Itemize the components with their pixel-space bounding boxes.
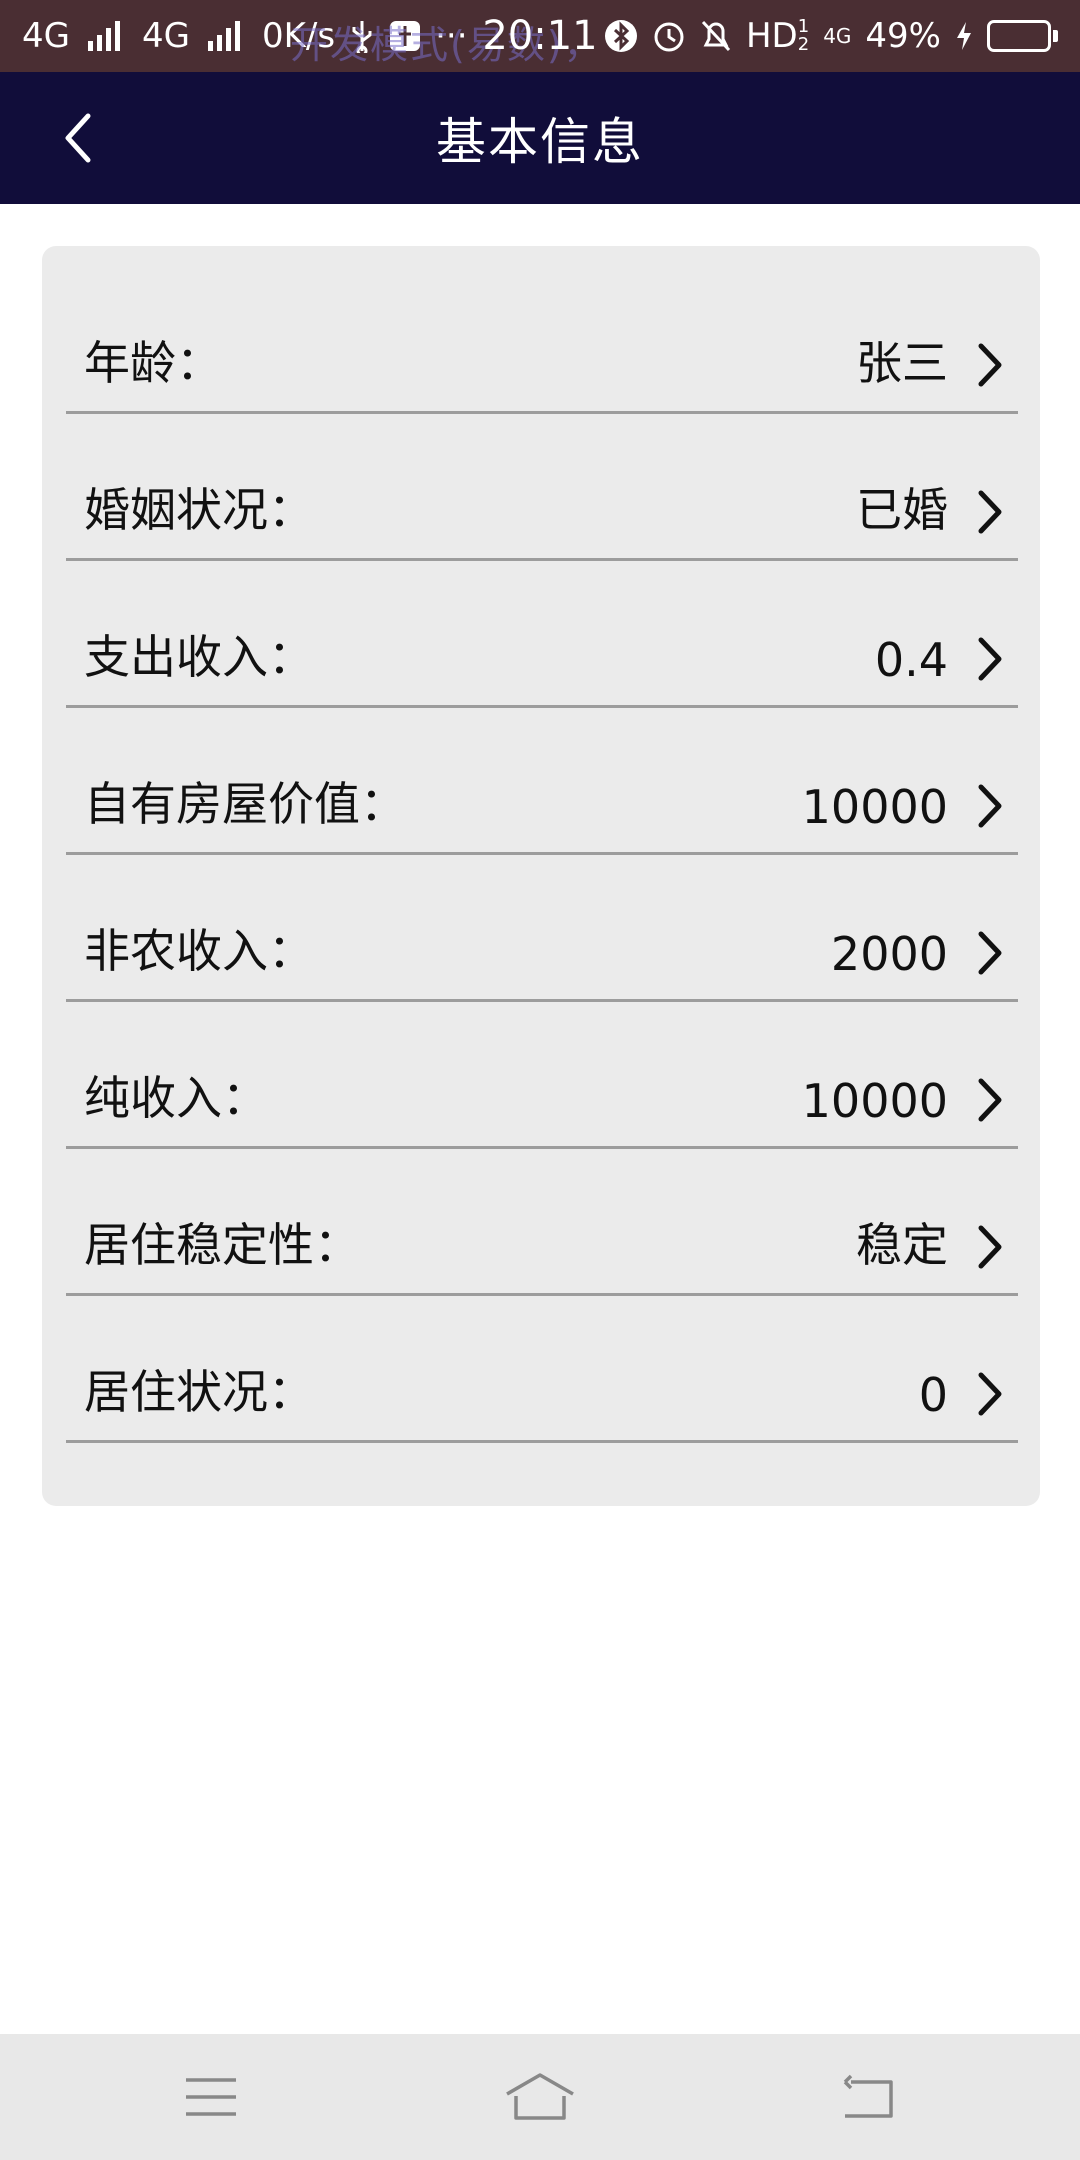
chevron-right-icon — [970, 341, 1010, 389]
row-value: 0.4 — [874, 633, 948, 687]
page-title: 基本信息 — [436, 113, 644, 171]
network-speed: 0K/s — [261, 16, 336, 56]
row-value: 2000 — [830, 927, 948, 981]
row-value: 已婚 — [856, 483, 948, 537]
info-row[interactable]: 居住状况： 0 — [66, 1296, 1018, 1443]
chevron-right-icon — [970, 929, 1010, 977]
clock: 20:11 — [482, 13, 598, 59]
info-row[interactable]: 支出收入： 0.4 — [66, 561, 1018, 708]
status-bar: 4G 4G 0K/s ··· 开发模式(易数)， 20:11 HD 1 2 4G… — [0, 0, 1080, 72]
title-bar: 基本信息 — [0, 72, 1080, 204]
return-icon — [843, 2074, 893, 2118]
chevron-right-icon — [970, 1223, 1010, 1271]
back-button[interactable] — [40, 100, 116, 176]
row-label: 非农收入： — [84, 924, 314, 978]
info-row[interactable]: 自有房屋价值： 10000 — [66, 708, 1018, 855]
info-row[interactable]: 纯收入： 10000 — [66, 1002, 1018, 1149]
usb-icon — [349, 19, 375, 53]
charging-icon — [955, 21, 973, 51]
row-label: 居住状况： — [84, 1365, 314, 1419]
hd-label: HD — [745, 16, 798, 56]
home-icon — [506, 2073, 574, 2120]
signal-icon-2 — [207, 21, 240, 51]
more-icon: ··· — [435, 16, 468, 56]
chevron-right-icon — [970, 782, 1010, 830]
battery-icon — [987, 20, 1058, 52]
info-row[interactable]: 婚姻状况： 已婚 — [66, 414, 1018, 561]
info-row[interactable]: 非农收入： 2000 — [66, 855, 1018, 1002]
menu-icon — [186, 2078, 236, 2116]
row-value: 张三 — [856, 336, 948, 390]
row-value: 稳定 — [856, 1218, 948, 1272]
bluetooth-icon — [604, 19, 638, 53]
signal-icon — [87, 21, 120, 51]
menu-button[interactable] — [166, 2064, 256, 2130]
info-row[interactable]: 年龄： 张三 — [66, 267, 1018, 414]
row-label: 婚姻状况： — [84, 483, 314, 537]
row-label: 纯收入： — [84, 1071, 268, 1125]
mute-icon — [700, 19, 732, 53]
info-card: 年龄： 张三婚姻状况： 已婚支出收入： 0.4 自有房屋价值： 10000 非农收入： 200… — [42, 246, 1040, 1506]
row-value: 0 — [918, 1368, 948, 1422]
row-value: 10000 — [801, 780, 948, 834]
info-row[interactable]: 居住稳定性： 稳定 — [66, 1149, 1018, 1296]
chevron-right-icon — [970, 488, 1010, 536]
chevron-left-icon — [65, 113, 91, 163]
status-right: HD 1 2 4G 49% — [604, 16, 1058, 56]
battery-percent: 49% — [865, 16, 941, 56]
row-label: 居住稳定性： — [84, 1218, 360, 1272]
hd-indicator: HD 1 2 — [746, 16, 809, 56]
hd-sub: 2 — [797, 34, 810, 55]
status-left: 4G 4G 0K/s ··· — [22, 16, 468, 56]
row-value: 10000 — [801, 1074, 948, 1128]
home-button[interactable] — [495, 2064, 585, 2130]
return-button[interactable] — [824, 2064, 914, 2130]
chevron-right-icon — [970, 635, 1010, 683]
row-label: 年龄： — [84, 336, 222, 390]
network-type-small: 4G — [823, 24, 852, 48]
row-label: 支出收入： — [84, 630, 314, 684]
row-label: 自有房屋价值： — [84, 777, 406, 831]
network-type-2: 4G — [141, 16, 190, 56]
chevron-right-icon — [970, 1370, 1010, 1418]
alarm-icon — [652, 19, 686, 53]
chevron-right-icon — [970, 1076, 1010, 1124]
usb-debug-icon — [389, 20, 421, 52]
network-type-1: 4G — [22, 16, 70, 56]
navigation-bar — [0, 2034, 1080, 2160]
